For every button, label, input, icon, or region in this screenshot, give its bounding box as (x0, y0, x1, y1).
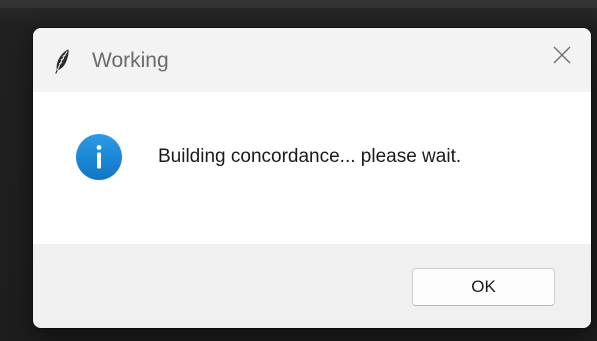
close-icon (553, 46, 571, 69)
info-icon (76, 134, 122, 180)
backdrop-top-edge (0, 0, 597, 8)
dialog-message: Building concordance... please wait. (158, 146, 462, 167)
ok-button[interactable]: OK (412, 268, 555, 306)
dialog-body: Building concordance... please wait. (33, 92, 591, 244)
message-dialog: Working Building concordance... please w… (33, 28, 591, 328)
dialog-footer: OK (33, 244, 591, 328)
close-button[interactable] (533, 28, 591, 86)
dialog-title: Working (92, 49, 169, 72)
feather-icon (53, 48, 71, 74)
dialog-titlebar[interactable]: Working (33, 28, 591, 92)
